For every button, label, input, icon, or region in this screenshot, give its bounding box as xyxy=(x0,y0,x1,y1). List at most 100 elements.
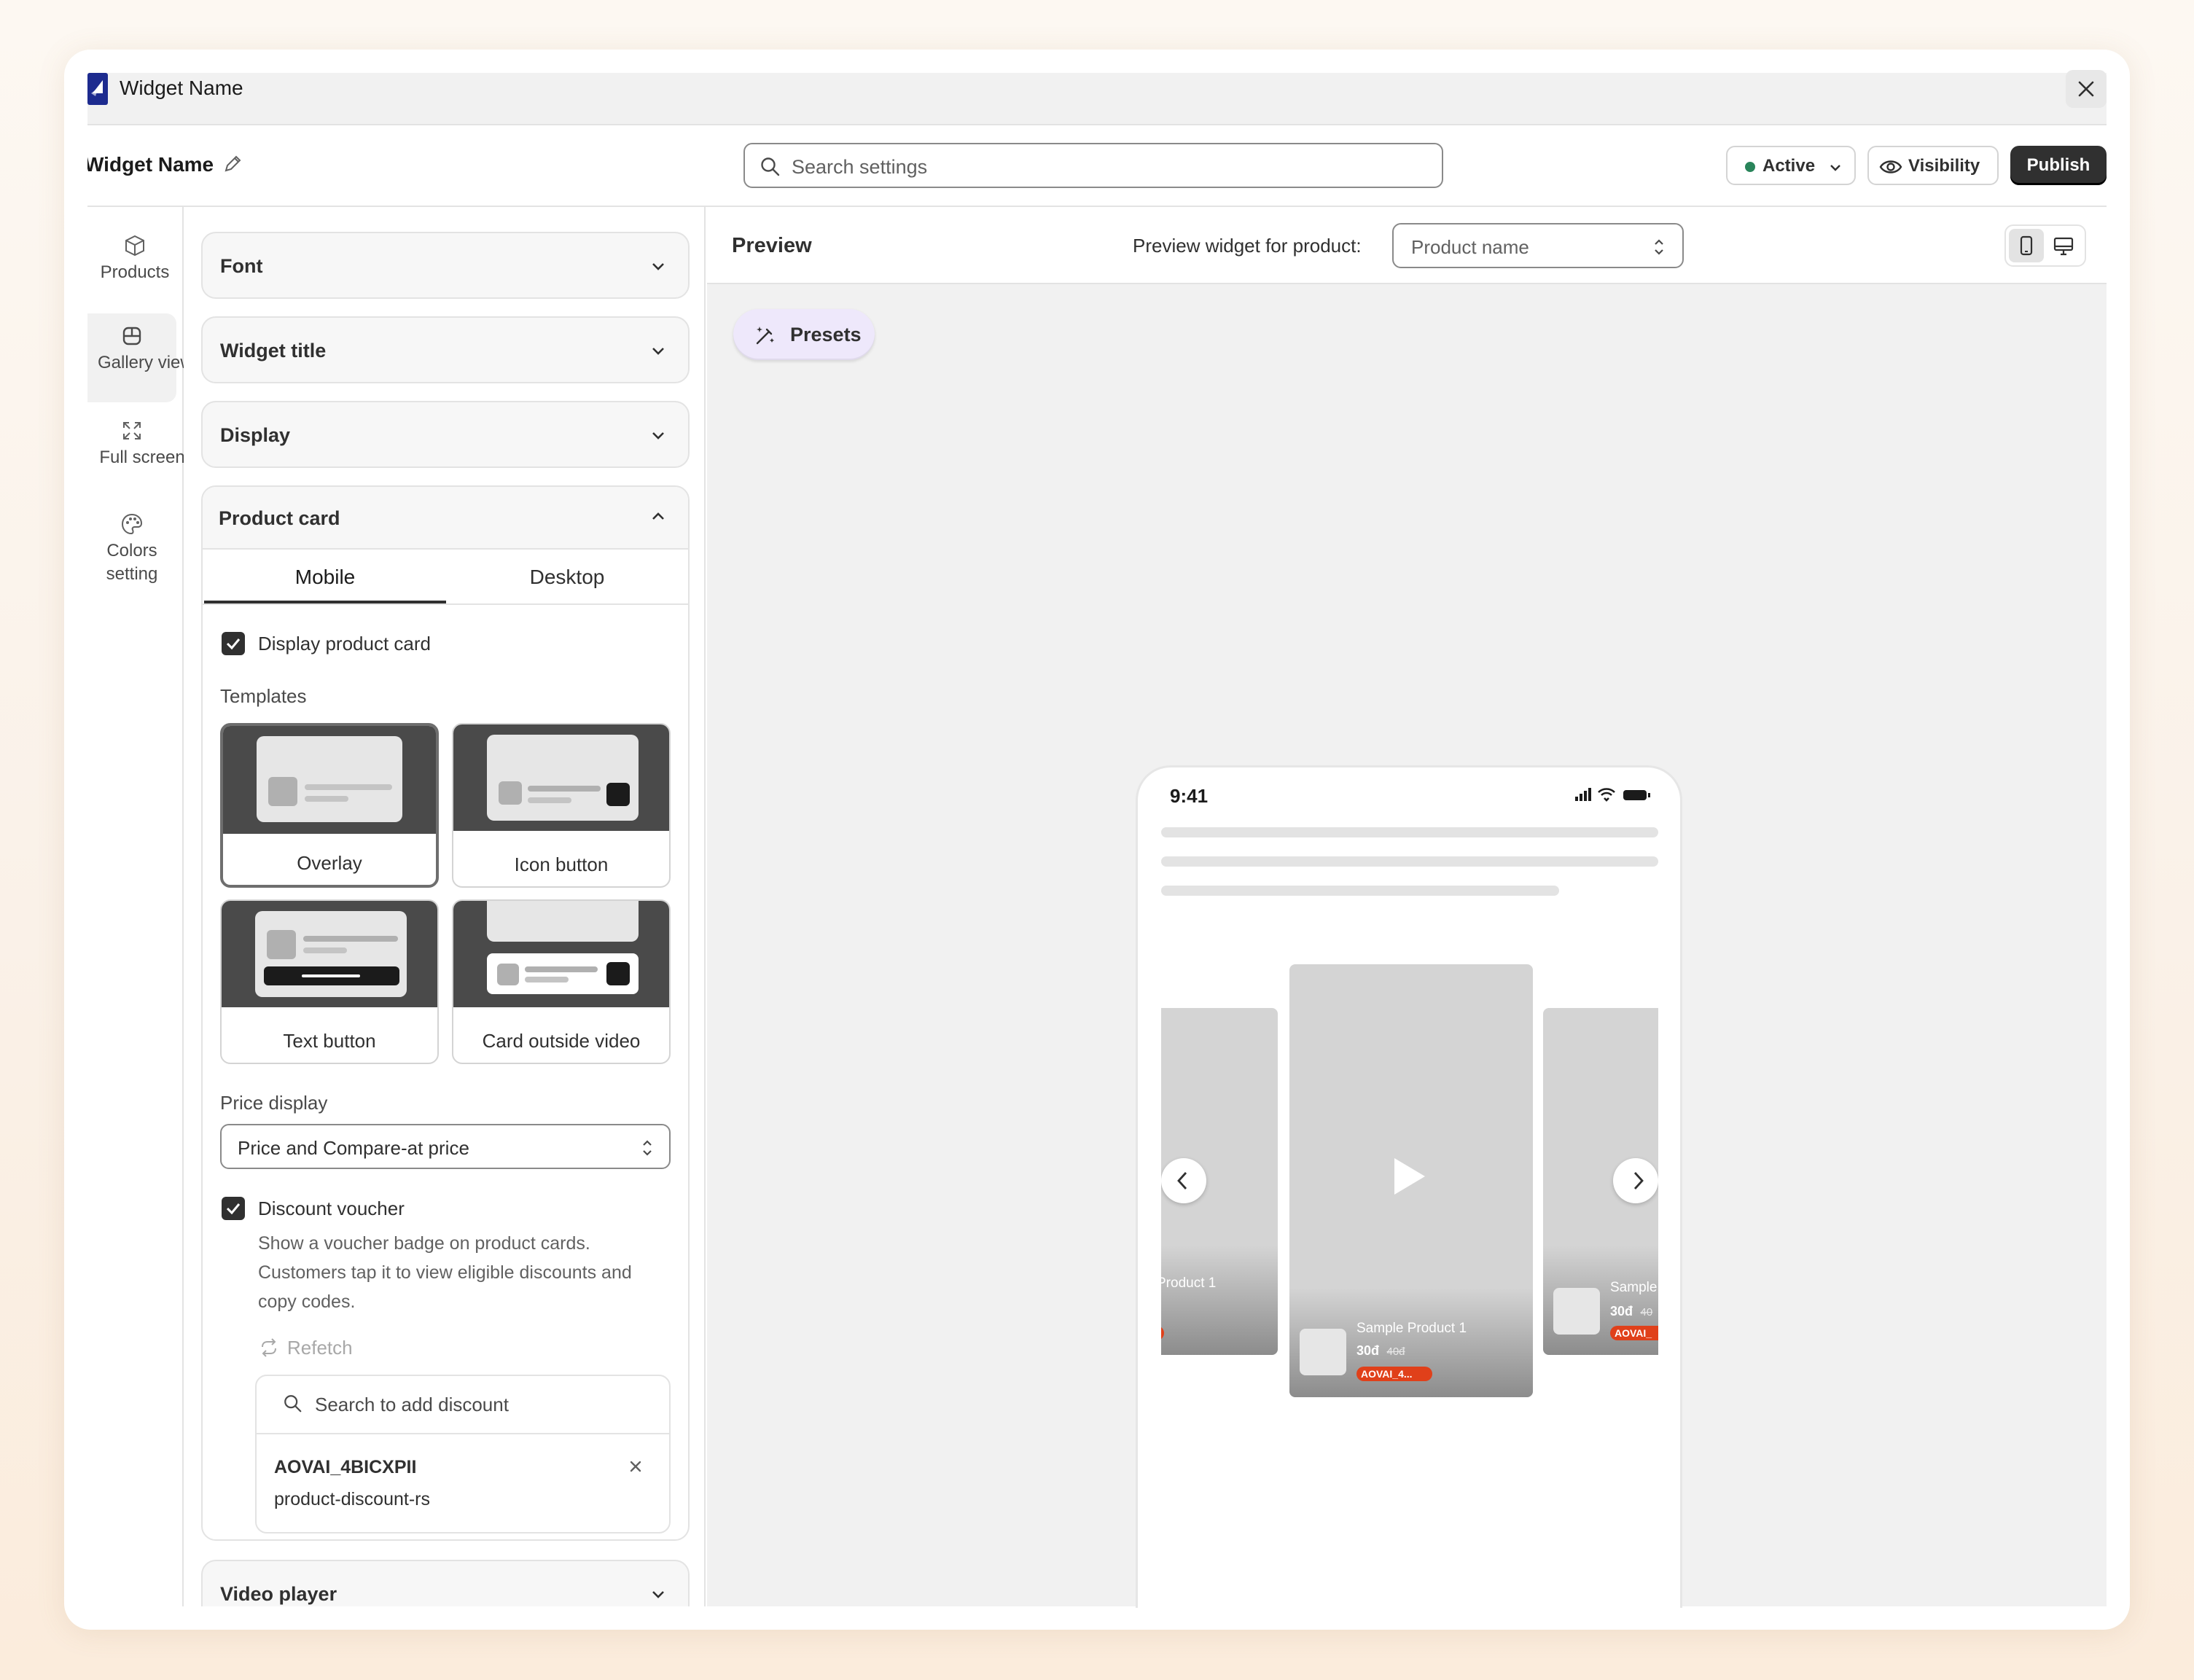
edit-name-button[interactable] xyxy=(222,153,243,175)
section-title: Display xyxy=(220,424,291,446)
phone-preview: 9:41 Product 1 Sample Product 1 30đ 40đ … xyxy=(1136,765,1682,1608)
close-button[interactable] xyxy=(2066,70,2107,108)
search-settings-input[interactable]: Search settings xyxy=(743,143,1443,188)
section-video-player[interactable]: Video player xyxy=(201,1560,690,1606)
search-icon xyxy=(284,1395,302,1413)
tab-mobile[interactable]: Mobile xyxy=(204,551,446,603)
discount-voucher-label: Discount voucher xyxy=(258,1198,405,1219)
product-select-placeholder: Product name xyxy=(1411,236,1529,258)
discount-badge[interactable]: AOVAI_4... xyxy=(1356,1367,1432,1381)
left-nav-items: Products Gallery view Full screen Colors… xyxy=(87,207,184,615)
compare-price: 40đ xyxy=(1386,1345,1405,1358)
discount-voucher-checkbox[interactable] xyxy=(222,1197,245,1220)
widget-name-clip: Widget Name xyxy=(87,143,233,187)
presets-label: Presets xyxy=(790,324,862,345)
window-title: Widget Name xyxy=(120,77,243,99)
price-display-value: Price and Compare-at price xyxy=(238,1137,469,1159)
discount-search-placeholder: Search to add discount xyxy=(315,1394,509,1415)
mobile-icon xyxy=(2020,235,2033,256)
widget-name[interactable]: Widget Name xyxy=(87,150,214,179)
status-dropdown[interactable]: Active xyxy=(1726,146,1856,185)
display-product-card-checkbox[interactable] xyxy=(222,632,245,655)
section-title: Widget title xyxy=(220,340,327,362)
carousel-next-button[interactable] xyxy=(1613,1158,1658,1203)
product-thumbnail xyxy=(1300,1329,1346,1375)
app-logo-icon xyxy=(87,73,108,105)
nav-item-products[interactable]: Products xyxy=(87,233,184,284)
template-icon-button[interactable]: Icon button xyxy=(452,723,671,888)
discount-help-text: Show a voucher badge on product cards. C… xyxy=(258,1233,632,1312)
desktop-view-button[interactable] xyxy=(2048,233,2082,259)
section-display[interactable]: Display xyxy=(201,401,690,468)
nav-label: Colors setting xyxy=(106,541,158,584)
play-icon[interactable] xyxy=(1391,1155,1428,1198)
nav-label: Products xyxy=(100,262,170,282)
eye-icon xyxy=(1879,160,1902,173)
template-label: Overlay xyxy=(297,852,362,874)
phone-time: 9:41 xyxy=(1170,785,1209,807)
nav-label: Full screen xyxy=(99,448,184,467)
product-price: 30đ xyxy=(1356,1343,1380,1358)
status-icons xyxy=(1575,788,1650,802)
search-icon xyxy=(761,157,780,176)
presets-button[interactable]: Presets xyxy=(733,309,875,360)
status-dot xyxy=(1745,162,1755,172)
discount-search-input[interactable]: Search to add discount xyxy=(257,1376,669,1433)
chevron-down-icon xyxy=(652,432,664,439)
display-product-card-label: Display product card xyxy=(258,633,431,655)
palette-icon xyxy=(121,513,143,535)
template-overlay[interactable]: Overlay xyxy=(220,723,439,888)
section-title: Font xyxy=(220,255,263,277)
select-arrows-icon xyxy=(643,1140,652,1156)
preview-product-select[interactable]: Product name xyxy=(1392,223,1684,268)
magic-wand-icon xyxy=(756,327,774,345)
refetch-label: Refetch xyxy=(287,1337,353,1359)
check-icon xyxy=(226,1203,241,1215)
visibility-button[interactable]: Visibility xyxy=(1867,146,1999,185)
chevron-down-icon xyxy=(1830,165,1840,171)
template-card-outside-video[interactable]: Card outside video xyxy=(452,899,671,1064)
product-thumbnail xyxy=(1553,1288,1600,1335)
product-name: Product 1 xyxy=(1161,1275,1217,1291)
chevron-down-icon xyxy=(652,263,664,270)
publish-button[interactable]: Publish xyxy=(2010,146,2107,185)
pencil-icon xyxy=(225,155,241,172)
carousel-prev-button[interactable] xyxy=(1161,1158,1206,1203)
expand-icon xyxy=(123,422,141,439)
template-text-button[interactable]: Text button xyxy=(220,899,439,1064)
product-price: 30đ xyxy=(1610,1304,1633,1318)
nav-item-full-screen[interactable]: Full screen xyxy=(87,418,184,469)
nav-label: Gallery view xyxy=(98,353,184,372)
tab-desktop[interactable]: Desktop xyxy=(446,551,688,603)
check-icon xyxy=(226,638,241,650)
mobile-view-button[interactable] xyxy=(2009,229,2044,262)
template-label: Text button xyxy=(283,1030,376,1052)
section-title: Video player xyxy=(220,1583,337,1605)
desktop-icon xyxy=(2053,237,2074,256)
cube-icon xyxy=(125,235,144,257)
discount-badge[interactable]: AOVAI_ xyxy=(1610,1326,1658,1340)
video-card-center[interactable]: Sample Product 1 30đ 40đ AOVAI_4... xyxy=(1289,964,1533,1397)
visibility-label: Visibility xyxy=(1908,156,1980,176)
price-display-select[interactable]: Price and Compare-at price xyxy=(220,1124,671,1169)
close-icon xyxy=(2078,81,2094,97)
chevron-down-icon xyxy=(652,348,664,355)
product-card-header[interactable]: Product card xyxy=(203,487,688,550)
product-name: Sample xyxy=(1610,1280,1658,1295)
status-label: Active xyxy=(1762,156,1816,176)
section-title: Product card xyxy=(219,507,340,529)
remove-discount-button[interactable] xyxy=(627,1458,646,1477)
preview-product-label: Preview widget for product: xyxy=(1133,235,1362,257)
template-label: Card outside video xyxy=(482,1030,641,1052)
chevron-up-icon xyxy=(652,512,664,520)
compare-price: 40 xyxy=(1640,1306,1653,1318)
close-icon xyxy=(630,1461,641,1472)
nav-item-gallery-view[interactable]: Gallery view xyxy=(87,313,184,402)
templates-label: Templates xyxy=(220,685,307,707)
discount-code: AOVAI_4BICXPII xyxy=(274,1457,417,1477)
price-display-label: Price display xyxy=(220,1092,328,1114)
nav-item-colors-setting[interactable]: Colors setting xyxy=(87,512,176,586)
section-widget-title[interactable]: Widget title xyxy=(201,316,690,383)
product-price-row: 30đ 40đ xyxy=(1356,1342,1405,1361)
section-font[interactable]: Font xyxy=(201,232,690,299)
